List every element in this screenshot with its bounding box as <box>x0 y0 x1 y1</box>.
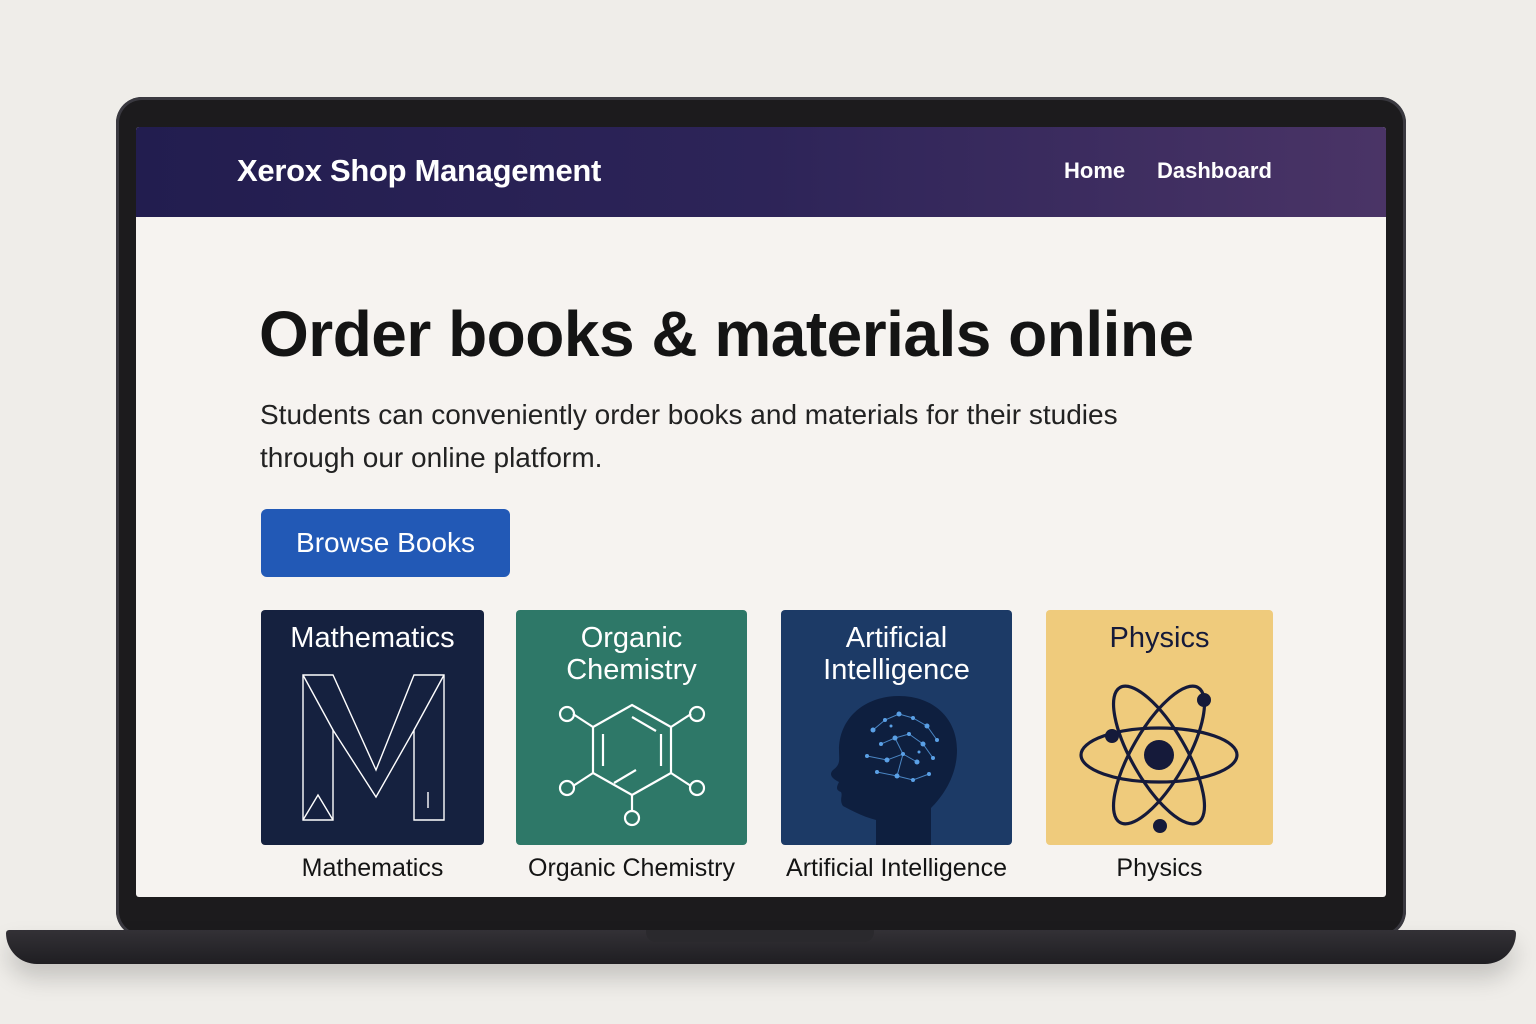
category-card-organic-chemistry[interactable]: Organic Chemistry <box>516 610 747 845</box>
category-card-mathematics[interactable]: Mathematics <box>261 610 484 845</box>
category-card-physics[interactable]: Physics <box>1046 610 1273 845</box>
caption-organic-chemistry[interactable]: Organic Chemistry <box>511 854 752 883</box>
category-card-artificial-intelligence[interactable]: Artificial Intelligence <box>781 610 1012 845</box>
caption-mathematics[interactable]: Mathematics <box>261 854 484 883</box>
card-title-mathematics: Mathematics <box>290 622 455 654</box>
card-title-organic-chemistry: Organic Chemistry <box>566 622 697 686</box>
laptop-notch <box>646 930 874 942</box>
nav-link-home[interactable]: Home <box>1064 158 1125 184</box>
hero-subtitle: Students can conveniently order books an… <box>260 399 1118 473</box>
brand-title[interactable]: Xerox Shop Management <box>237 153 601 189</box>
hero-title: Order books & materials online <box>259 298 1194 370</box>
caption-artificial-intelligence[interactable]: Artificial Intelligence <box>776 854 1017 883</box>
caption-physics[interactable]: Physics <box>1041 854 1278 883</box>
nav-link-dashboard[interactable]: Dashboard <box>1157 158 1272 184</box>
browser-viewport: Xerox Shop Management Home Dashboard Ord… <box>136 127 1386 897</box>
browse-books-button[interactable]: Browse Books <box>261 509 510 577</box>
card-title-artificial-intelligence: Artificial Intelligence <box>823 622 970 686</box>
top-navbar: Xerox Shop Management Home Dashboard <box>136 127 1386 217</box>
card-title-physics: Physics <box>1109 622 1210 654</box>
